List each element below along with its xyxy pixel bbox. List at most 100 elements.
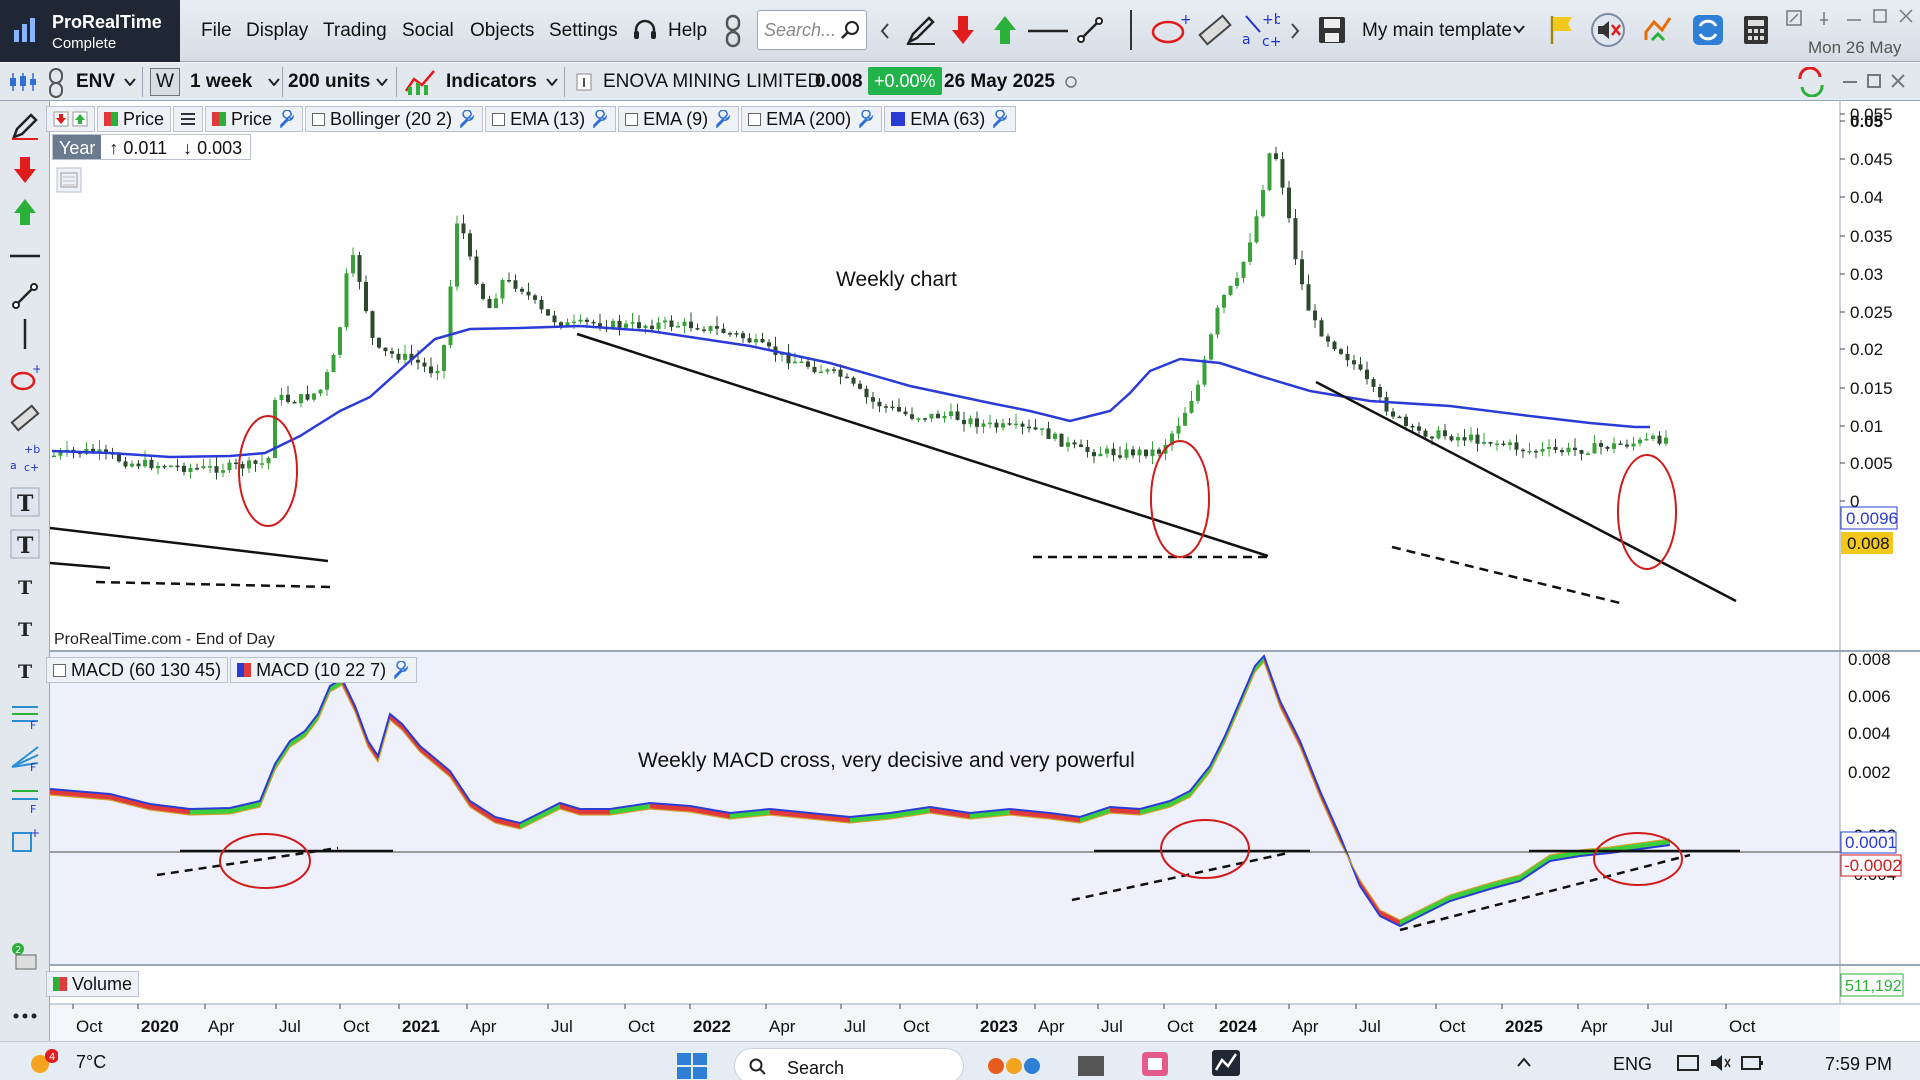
legend-list[interactable] (173, 106, 204, 132)
pin-icon[interactable] (1816, 10, 1832, 26)
ellipse-tool-icon[interactable]: + (1150, 14, 1190, 46)
checkbox[interactable] (492, 112, 506, 126)
legend-ema-200[interactable]: EMA (200) (741, 106, 883, 132)
menu-trading[interactable]: Trading (323, 20, 387, 42)
wrench-icon[interactable] (458, 110, 476, 128)
sound-off-icon[interactable] (1590, 12, 1626, 48)
menu-social[interactable]: Social (402, 20, 454, 42)
scroll-left-icon[interactable] (880, 22, 890, 40)
timeframe-chevron-icon[interactable] (268, 78, 280, 86)
candles-icon[interactable] (8, 71, 38, 93)
refresh-icon[interactable] (1690, 12, 1726, 48)
chevron-up-icon[interactable] (1516, 1056, 1532, 1068)
trendline-icon[interactable] (1076, 16, 1104, 44)
network-icon[interactable] (1676, 1052, 1700, 1074)
text-tool-icon[interactable]: T (10, 613, 40, 643)
sell-arrow-icon[interactable] (10, 155, 40, 185)
indicators-icon[interactable] (404, 67, 438, 97)
search-input[interactable]: Search... (757, 10, 867, 50)
window-close-icon[interactable] (1890, 73, 1906, 89)
buy-arrow-icon[interactable] (992, 14, 1018, 46)
hands-icon[interactable] (986, 1050, 1050, 1078)
chart-canvas[interactable]: 0.0550.050.0450.040.0350.030.0250.020.01… (50, 101, 1920, 1041)
alerts-icon[interactable] (1640, 12, 1676, 48)
taskbar-search[interactable]: Search (734, 1048, 964, 1080)
scroll-right-icon[interactable] (1290, 22, 1300, 40)
legend-price-2[interactable]: Price (205, 106, 304, 132)
menu-display[interactable]: Display (246, 20, 308, 42)
text-tool-icon[interactable]: T (10, 571, 40, 601)
window-maximize-icon[interactable] (1866, 73, 1882, 89)
detach-icon[interactable] (1786, 10, 1802, 26)
language-indicator[interactable]: ENG (1613, 1054, 1652, 1075)
volume-icon[interactable] (1708, 1052, 1732, 1074)
menu-help[interactable]: Help (668, 20, 707, 42)
wrench-icon[interactable] (991, 110, 1009, 128)
fib-time-icon[interactable]: F (10, 783, 40, 813)
save-icon[interactable] (1316, 14, 1348, 46)
wrench-icon[interactable] (857, 110, 875, 128)
fibonacci-tool-icon[interactable]: a +b c+ (1240, 10, 1280, 50)
ruler-icon[interactable] (1198, 14, 1232, 46)
text-tool-icon[interactable]: T (10, 655, 40, 685)
ellipse-tool-icon[interactable]: + (10, 363, 40, 393)
chevron-down-icon[interactable] (1512, 24, 1526, 34)
info-icon[interactable] (576, 73, 592, 91)
checkbox[interactable] (625, 112, 639, 126)
ticker-selector[interactable]: ENV (76, 71, 115, 93)
sell-arrow-icon[interactable] (950, 14, 976, 46)
prorealtime-taskbar-icon[interactable] (1210, 1048, 1242, 1078)
legend-ema-9[interactable]: EMA (9) (618, 106, 740, 132)
menu-settings[interactable]: Settings (549, 20, 618, 42)
chart-area[interactable]: 0.055 0.05 0.045 0.04 0.035 0.03 0.025 0.02 0.01… (46, 101, 1920, 1041)
legend-ema-63[interactable]: EMA (63) (884, 106, 1017, 132)
battery-icon[interactable] (1740, 1052, 1764, 1074)
wrench-icon[interactable] (714, 110, 732, 128)
text-tool-icon[interactable]: T (10, 487, 40, 517)
taskview-icon[interactable] (1076, 1050, 1106, 1078)
menu-objects[interactable]: Objects (470, 20, 534, 42)
units-chevron-icon[interactable] (376, 78, 388, 86)
legend-volume[interactable]: Volume (46, 971, 140, 997)
period-badge[interactable]: W (150, 68, 180, 96)
sync-icon[interactable] (1794, 67, 1828, 97)
fibonacci-tool-icon[interactable]: a +b c+ (10, 443, 40, 473)
template-selector[interactable]: My main template (1362, 20, 1512, 42)
calculator-icon[interactable] (1740, 14, 1772, 46)
add-object-icon[interactable]: + (10, 825, 40, 855)
chain-link-icon[interactable] (46, 67, 66, 99)
headset-icon[interactable] (632, 18, 658, 44)
menu-file[interactable]: File (201, 20, 232, 42)
window-minimize-icon[interactable] (1842, 79, 1858, 85)
checkbox[interactable] (312, 112, 326, 126)
wrench-icon[interactable] (392, 661, 410, 679)
close-icon[interactable] (1898, 8, 1914, 24)
checkbox[interactable] (748, 112, 762, 126)
link-icon[interactable] (722, 14, 744, 48)
timeframe-selector[interactable]: 1 week (190, 71, 252, 93)
legend-bollinger[interactable]: Bollinger (20 2) (305, 106, 484, 132)
snipping-tool-icon[interactable] (1140, 1048, 1172, 1078)
wrench-icon[interactable] (591, 110, 609, 128)
calendar-icon[interactable] (56, 167, 82, 193)
trendline-icon[interactable] (10, 281, 40, 311)
vertical-line-icon[interactable] (10, 319, 40, 349)
wrench-icon[interactable] (278, 110, 296, 128)
ruler-icon[interactable] (10, 403, 40, 433)
pencil-icon[interactable] (10, 111, 40, 141)
horizontal-line-icon[interactable] (1028, 28, 1068, 34)
legend-arrows[interactable] (46, 106, 95, 132)
indicators-button[interactable]: Indicators (446, 71, 537, 93)
text-tool-icon[interactable]: T (10, 529, 40, 559)
horizontal-line-icon[interactable] (10, 241, 40, 271)
fib-retracement-icon[interactable]: F (10, 699, 40, 729)
legend-macd-fast[interactable]: MACD (10 22 7) (230, 657, 418, 683)
weather-icon[interactable]: 4 (28, 1048, 58, 1076)
indicators-chevron-icon[interactable] (546, 78, 558, 86)
legend-macd-slow[interactable]: MACD (60 130 45) (46, 657, 229, 683)
legend-ema-13[interactable]: EMA (13) (485, 106, 617, 132)
objects-list-icon[interactable]: 2 (10, 941, 40, 971)
checkbox[interactable] (53, 663, 66, 677)
more-tools-icon[interactable] (10, 1001, 40, 1031)
windows-start-icon[interactable] (676, 1052, 708, 1080)
